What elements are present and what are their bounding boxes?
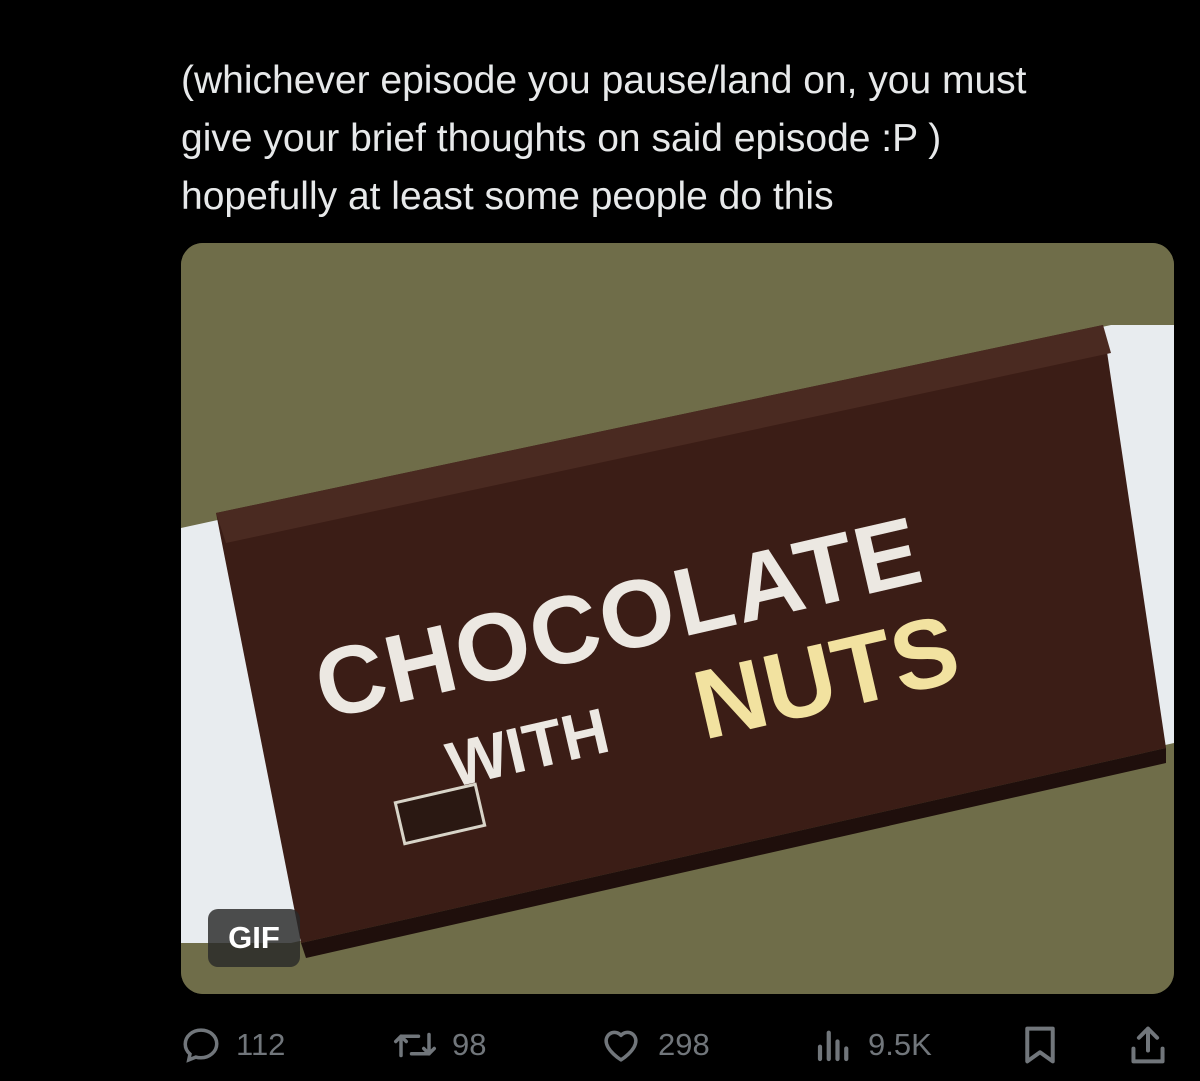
retweet-button[interactable]: 98 [392,1015,486,1075]
views-button[interactable]: 9.5K [814,1015,932,1075]
retweet-count: 98 [452,1027,487,1062]
reply-button[interactable]: 112 [180,1015,285,1075]
chocolate-bar-image: CHOCOLATE WITH NUTS [181,243,1174,994]
share-button[interactable] [1128,1015,1168,1075]
gif-badge[interactable]: GIF [208,909,300,967]
tweet-text: (whichever episode you pause/land on, yo… [181,52,1181,226]
tweet-actions: 112 98 298 9.5K [0,1015,1200,1075]
bookmark-icon [1025,1026,1055,1064]
retweet-icon [394,1032,436,1058]
reply-count: 112 [236,1027,286,1062]
tweet-text-line: (whichever episode you pause/land on, yo… [181,59,1027,102]
tweet-text-line: hopefully at least some people do this [181,175,834,218]
share-icon [1131,1026,1165,1064]
heart-icon [604,1030,638,1062]
views-count: 9.5K [868,1027,932,1062]
reply-icon [183,1028,219,1063]
views-bar-chart-icon [817,1030,849,1062]
gif-media[interactable]: CHOCOLATE WITH NUTS [181,243,1174,994]
bookmark-button[interactable] [1020,1015,1060,1075]
like-count: 298 [658,1027,710,1062]
like-button[interactable]: 298 [598,1015,710,1075]
tweet-text-line: give your brief thoughts on said episode… [181,117,942,160]
